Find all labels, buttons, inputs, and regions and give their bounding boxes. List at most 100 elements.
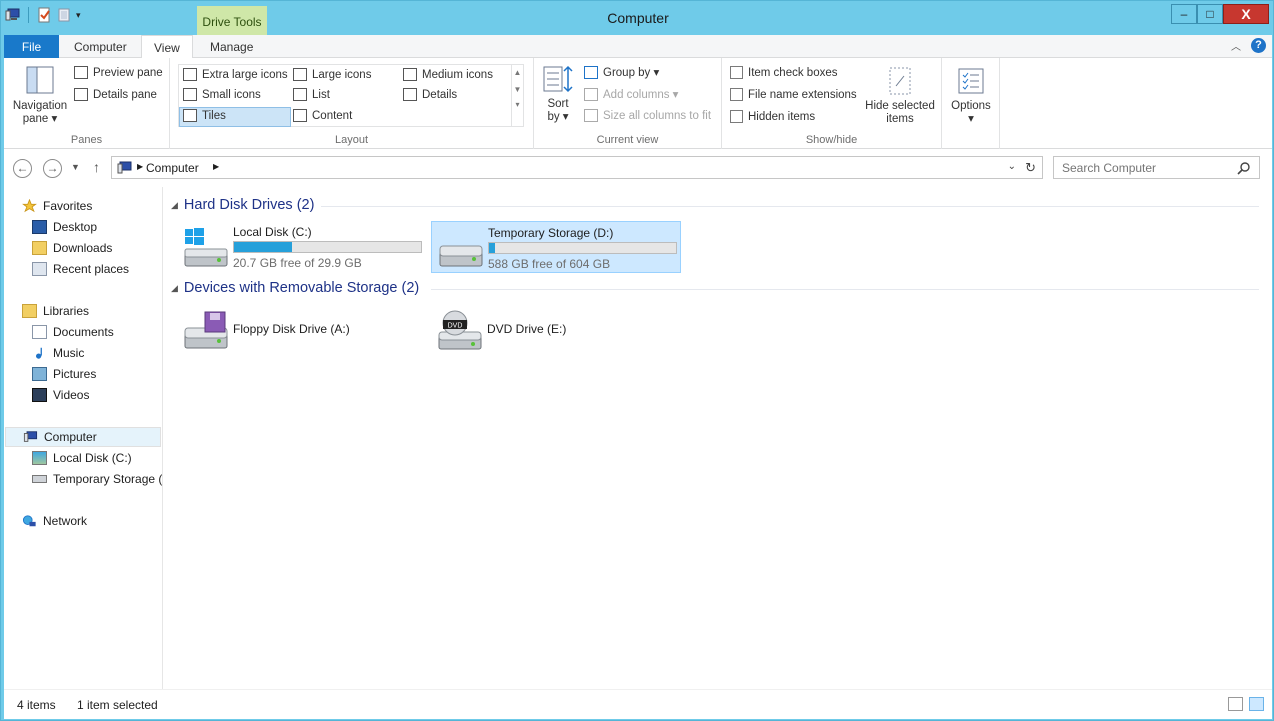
scroll-up-icon[interactable]: ▲ (512, 68, 523, 77)
nav-libraries[interactable]: Libraries (22, 301, 89, 321)
nav-music[interactable]: Music (32, 343, 84, 363)
computer-icon (117, 161, 132, 174)
refresh-icon[interactable]: ↻ (1025, 160, 1036, 176)
layout-list[interactable]: List (293, 88, 330, 101)
layout-medium-icons[interactable]: Medium icons (403, 68, 493, 81)
nav-temporary-storage-d[interactable]: Temporary Storage (D:) (32, 469, 162, 489)
details-view-icon[interactable] (1228, 697, 1243, 711)
content-icon (293, 109, 307, 122)
layout-tiles[interactable]: Tiles (183, 109, 226, 122)
group-header-removable-storage[interactable]: ◢ Devices with Removable Storage (2) (171, 280, 419, 296)
show-hide-group: Item check boxes File name extensions Hi… (722, 58, 942, 149)
tab-computer[interactable]: Computer (62, 35, 139, 58)
search-icon[interactable] (1237, 161, 1251, 175)
tab-file[interactable]: File (4, 35, 59, 58)
star-icon (22, 199, 37, 213)
nav-computer[interactable]: Computer (5, 427, 161, 447)
drive-icon (32, 475, 47, 483)
gallery-more-icon[interactable]: ▾ (512, 100, 523, 109)
breadcrumb-separator-icon[interactable]: ▶ (213, 162, 219, 171)
hide-selected-items-button[interactable]: Hide selected items (862, 66, 938, 126)
layout-item-label: Extra large icons (202, 68, 288, 81)
layout-large-icons[interactable]: Large icons (293, 68, 371, 81)
nav-computer-label: Computer (44, 430, 97, 444)
breadcrumb-computer[interactable]: Computer (146, 161, 199, 175)
collapse-arrow-icon[interactable]: ◢ (171, 200, 178, 211)
details-pane-button[interactable]: Details pane (74, 88, 157, 101)
extra-large-icons-icon (183, 68, 197, 81)
breadcrumb-separator-icon[interactable]: ▶ (137, 162, 143, 171)
group-header-hard-disk-drives[interactable]: ◢ Hard Disk Drives (2) (171, 197, 314, 213)
large-icons-view-icon[interactable] (1249, 697, 1264, 711)
recent-locations-chevron-icon[interactable]: ▼ (71, 162, 80, 172)
file-name-extensions-toggle[interactable]: File name extensions (730, 88, 857, 101)
group-by-button[interactable]: Group by ▾ (584, 65, 659, 79)
nav-favorites[interactable]: Favorites (22, 196, 92, 216)
navigation-pane-icon (26, 66, 54, 94)
nav-network-label: Network (43, 514, 88, 528)
nav-desktop[interactable]: Desktop (32, 217, 97, 237)
address-history-chevron-icon[interactable]: ⌄ (1008, 161, 1016, 172)
layout-small-icons[interactable]: Small icons (183, 88, 261, 101)
search-box[interactable] (1053, 156, 1260, 179)
ribbon-tabs: File Computer View Manage ︿ ? (4, 35, 1272, 59)
window-title: Computer (607, 10, 669, 26)
hidden-items-checkbox[interactable] (730, 110, 743, 123)
nav-videos[interactable]: Videos (32, 385, 89, 405)
up-arrow-icon[interactable]: ↑ (93, 159, 100, 175)
scroll-down-icon[interactable]: ▼ (512, 85, 523, 94)
hard-drive-icon (439, 245, 483, 267)
layout-item-label: Large icons (312, 68, 372, 81)
layout-gallery-scroller[interactable]: ▲ ▼ ▾ (511, 65, 523, 126)
file-name-extensions-checkbox[interactable] (730, 88, 743, 101)
small-icons-icon (183, 88, 197, 101)
item-check-boxes-checkbox[interactable] (730, 66, 743, 79)
minimize-button[interactable]: – (1171, 4, 1197, 24)
drive-icon (32, 451, 47, 465)
add-columns-label: Add columns ▾ (603, 89, 679, 101)
options-button[interactable]: Options ▾ (946, 66, 996, 126)
layout-details[interactable]: Details (403, 88, 457, 101)
drive-tile-local-disk-c[interactable]: Local Disk (C:) 20.7 GB free of 29.9 GB (177, 221, 427, 273)
sort-by-button[interactable]: Sort by ▾ (540, 64, 576, 124)
nav-network[interactable]: Network (22, 511, 87, 531)
drive-tile-dvd-e[interactable]: DVD DVD Drive (E:) (431, 304, 681, 356)
tab-view[interactable]: View (141, 35, 193, 59)
options-label: Options ▾ (951, 100, 991, 125)
collapse-arrow-icon[interactable]: ◢ (171, 283, 178, 294)
layout-item-label: Details (422, 88, 458, 101)
nav-pictures[interactable]: Pictures (32, 364, 96, 384)
libraries-folder-icon (22, 304, 37, 318)
drive-tile-floppy-a[interactable]: Floppy Disk Drive (A:) (177, 304, 427, 356)
drive-tile-temporary-storage-d[interactable]: Temporary Storage (D:) 588 GB free of 60… (431, 221, 681, 273)
preview-pane-label: Preview pane (93, 66, 163, 79)
add-columns-button[interactable]: Add columns ▾ (584, 87, 678, 101)
nav-recent-places[interactable]: Recent places (32, 259, 129, 279)
close-button[interactable]: X (1223, 4, 1269, 24)
maximize-button[interactable]: □ (1197, 4, 1223, 24)
group-divider (431, 289, 1259, 290)
help-icon[interactable]: ? (1251, 38, 1266, 53)
group-by-label: Group by ▾ (603, 67, 660, 79)
nav-downloads[interactable]: Downloads (32, 238, 112, 258)
layout-extra-large-icons[interactable]: Extra large icons (183, 68, 288, 81)
address-bar[interactable]: ▶ Computer ▶ ⌄ ↻ (111, 156, 1043, 179)
dvd-drive-icon: DVD (438, 310, 482, 350)
layout-item-label: Content (312, 109, 353, 122)
hidden-items-toggle[interactable]: Hidden items (730, 110, 815, 123)
nav-local-disk-c[interactable]: Local Disk (C:) (32, 448, 132, 468)
tab-manage[interactable]: Manage (198, 35, 265, 58)
drive-usage-fill (234, 242, 292, 252)
minimize-ribbon-chevron-icon[interactable]: ︿ (1231, 38, 1241, 53)
desktop-icon (32, 220, 47, 234)
navigation-pane-button[interactable]: Navigation pane ▾ (8, 64, 72, 126)
size-all-columns-button[interactable]: Size all columns to fit (584, 109, 711, 122)
sort-by-icon (543, 65, 573, 93)
back-button[interactable]: ← (13, 159, 32, 178)
preview-pane-button[interactable]: Preview pane (74, 66, 163, 79)
nav-documents[interactable]: Documents (32, 322, 114, 342)
layout-content[interactable]: Content (293, 109, 352, 122)
forward-button[interactable]: → (43, 159, 62, 178)
search-input[interactable] (1062, 158, 1232, 178)
item-check-boxes-toggle[interactable]: Item check boxes (730, 66, 837, 79)
